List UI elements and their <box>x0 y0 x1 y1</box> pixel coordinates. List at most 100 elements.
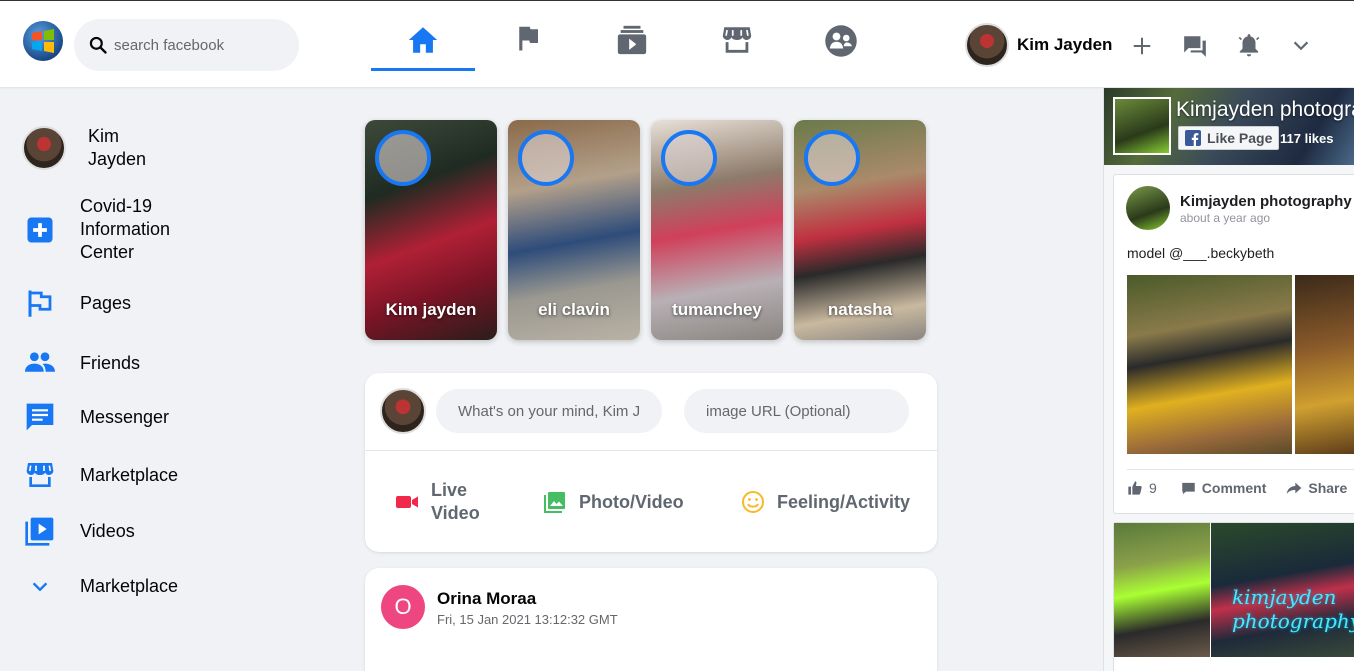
post-actions-bar: 9 Comment Share <box>1127 480 1347 496</box>
post-composer: Live Video Photo/Video Feeling/Activity <box>365 373 937 552</box>
facebook-f-icon <box>1185 130 1201 146</box>
sidebar-item-label: Friends <box>80 352 141 373</box>
post-timestamp: Fri, 15 Jan 2021 13:12:32 GMT <box>437 612 618 627</box>
page-plugin-widget: Kimjayden photography Like Page 117 like… <box>1103 88 1354 671</box>
share-arrow-icon <box>1287 482 1302 494</box>
page-post-card: Kimjayden photography about a year ago m… <box>1113 174 1354 514</box>
watch-icon <box>617 25 647 55</box>
sidebar-item-messenger[interactable]: Messenger <box>22 401 169 433</box>
page-title[interactable]: Kimjayden photography <box>1176 98 1354 122</box>
story-card[interactable]: natasha <box>794 120 926 340</box>
header-profile-name: Kim Jayden <box>1017 35 1113 54</box>
like-count: 9 <box>1149 480 1157 496</box>
chevron-down-icon[interactable] <box>1290 35 1312 57</box>
tab-marketplace[interactable] <box>685 23 789 69</box>
live-video-button[interactable]: Live Video <box>395 479 491 525</box>
share-label: Share <box>1308 480 1348 496</box>
sidebar-item-label: Marketplace <box>80 576 179 596</box>
sidebar-item-covid[interactable]: Covid-19 Information Center <box>22 195 200 264</box>
page-avatar[interactable] <box>1113 97 1171 155</box>
flag-icon <box>519 26 538 51</box>
avatar <box>380 388 426 434</box>
comment-button[interactable]: Comment <box>1181 480 1267 496</box>
like-button[interactable]: 9 <box>1127 480 1157 496</box>
image-url-input[interactable] <box>684 389 909 433</box>
post-photo[interactable] <box>1127 275 1292 454</box>
story-name: natasha <box>827 300 893 319</box>
post-actions-divider <box>1127 469 1354 470</box>
search-bar[interactable] <box>74 19 299 71</box>
post-photo[interactable] <box>1114 523 1210 657</box>
home-icon <box>408 27 438 53</box>
marketplace-icon <box>722 27 752 53</box>
tab-pages[interactable] <box>476 23 580 69</box>
search-input[interactable] <box>114 36 284 54</box>
comment-icon <box>1182 482 1195 494</box>
chevron-down-icon <box>22 576 58 598</box>
story-card[interactable]: tumanchey <box>651 120 783 340</box>
plus-icon[interactable] <box>1131 35 1153 57</box>
comment-label: Comment <box>1201 480 1267 496</box>
page-post-time[interactable]: about a year ago <box>1180 211 1270 225</box>
sidebar-item-see-more[interactable]: Marketplace <box>22 575 178 598</box>
sidebar-item-label: Pages <box>80 292 132 313</box>
video-library-icon <box>22 515 58 547</box>
post-author-avatar[interactable]: O <box>381 585 425 629</box>
tab-groups[interactable] <box>789 23 893 69</box>
sidebar-item-label: Marketplace <box>80 464 179 485</box>
video-camera-icon <box>396 496 418 508</box>
sidebar-item-pages[interactable]: Pages <box>22 288 131 318</box>
search-icon <box>89 36 107 54</box>
page-likes-count: 117 likes <box>1280 131 1334 146</box>
page-post-text: model @___.beckybeth <box>1127 245 1275 261</box>
story-avatar <box>661 130 717 186</box>
groups-icon <box>825 25 857 57</box>
people-icon <box>22 348 58 378</box>
photo-video-label: Photo/Video <box>579 491 684 512</box>
sidebar-profile-name: Kim Jayden <box>88 126 147 169</box>
feeling-activity-button[interactable]: Feeling/Activity <box>741 490 910 514</box>
story-name: tumanchey <box>672 300 762 319</box>
story-card[interactable]: eli clavin <box>508 120 640 340</box>
story-avatar <box>375 130 431 186</box>
story-avatar <box>804 130 860 186</box>
tab-home[interactable] <box>371 23 475 71</box>
page-cover[interactable]: Kimjayden photography Like Page 117 like… <box>1104 88 1354 165</box>
page-photo-card: kimjayden photography <box>1113 522 1354 671</box>
store-icon <box>22 459 58 491</box>
status-input[interactable] <box>436 389 662 433</box>
windows-logo-icon[interactable] <box>23 21 63 61</box>
messenger-icon[interactable] <box>1182 33 1208 59</box>
post-photo[interactable] <box>1295 275 1354 454</box>
like-page-button[interactable]: Like Page <box>1178 126 1280 150</box>
header-profile-chip[interactable]: Kim Jayden <box>965 23 1112 67</box>
page-post-avatar[interactable] <box>1126 186 1170 230</box>
page-post-author[interactable]: Kimjayden photography <box>1180 193 1352 210</box>
photo-library-icon <box>544 492 565 513</box>
sidebar-item-label: Messenger <box>80 406 170 427</box>
thumbs-up-icon <box>1128 481 1142 495</box>
smiley-icon <box>742 491 764 513</box>
tab-watch[interactable] <box>580 23 684 69</box>
chat-icon <box>22 401 58 433</box>
story-card[interactable]: Kim jayden <box>365 120 497 340</box>
sidebar-item-friends[interactable]: Friends <box>22 348 140 378</box>
sidebar-item-videos[interactable]: Videos <box>22 515 135 547</box>
story-name: Kim jayden <box>385 300 477 319</box>
top-navigation-bar: Kim Jayden <box>0 0 1354 87</box>
composer-divider <box>365 450 937 451</box>
share-button[interactable]: Share <box>1286 480 1347 496</box>
live-video-label: Live Video <box>431 480 480 523</box>
sidebar-item-marketplace[interactable]: Marketplace <box>22 459 178 491</box>
photo-watermark: kimjayden photography <box>1232 585 1354 633</box>
photo-video-button[interactable]: Photo/Video <box>543 490 684 514</box>
sidebar-item-profile[interactable]: Kim Jayden <box>22 125 168 171</box>
avatar <box>965 23 1009 67</box>
notifications-bell-icon[interactable] <box>1236 32 1262 58</box>
avatar <box>22 126 66 170</box>
feed-post: O Orina Moraa Fri, 15 Jan 2021 13:12:32 … <box>365 568 937 671</box>
post-author-name[interactable]: Orina Moraa <box>437 589 536 609</box>
like-page-label: Like Page <box>1207 130 1273 146</box>
flag-icon <box>22 288 58 318</box>
plus-square-icon <box>22 215 58 245</box>
